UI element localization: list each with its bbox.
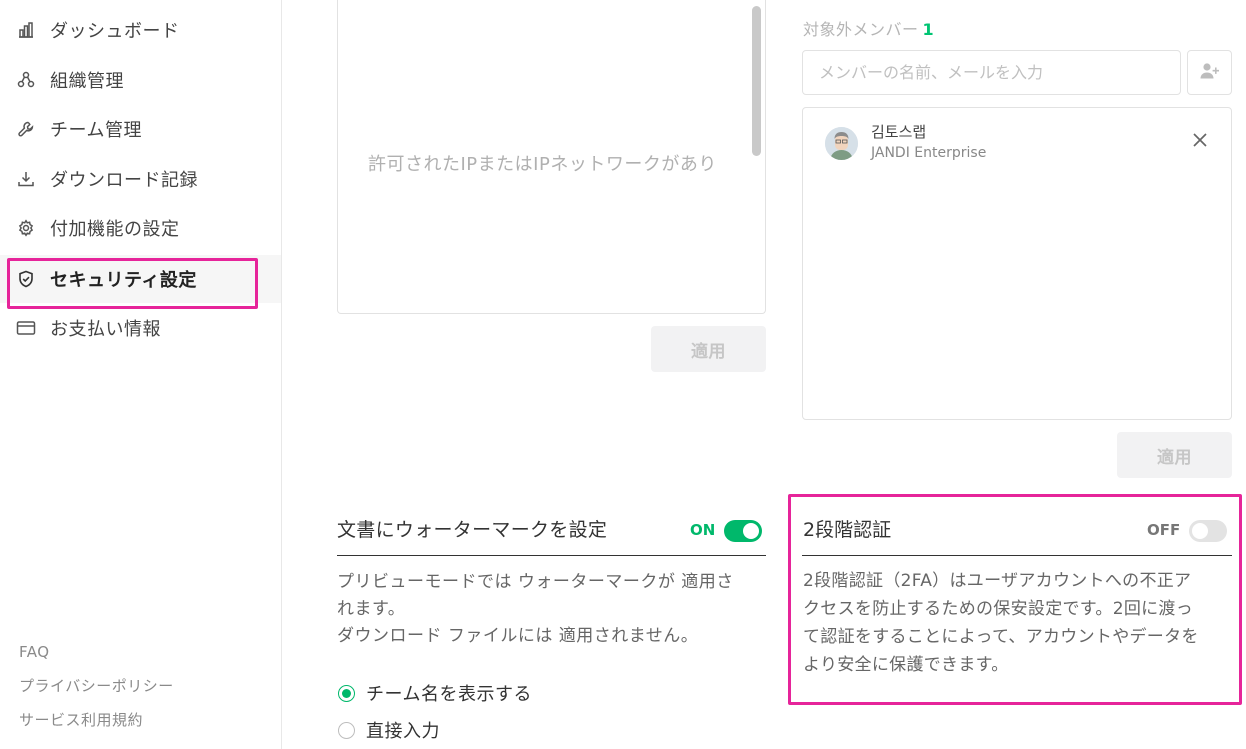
ip-allowlist-placeholder: 許可されたIPまたはIPネットワークがあり bbox=[368, 154, 717, 175]
wrench-icon bbox=[16, 119, 36, 139]
description-line: より安全に保護できます。 bbox=[803, 655, 1009, 675]
sidebar-item-addon-settings[interactable]: 付加機能の設定 bbox=[0, 204, 281, 252]
privacy-policy-link[interactable]: プライバシーポリシー bbox=[19, 675, 174, 709]
sidebar-item-organization[interactable]: 組織管理 bbox=[0, 56, 281, 104]
description-line: 2段階認証（2FA）はユーザアカウントへの不正ア bbox=[803, 571, 1192, 591]
add-member-button[interactable] bbox=[1187, 50, 1232, 95]
sidebar-item-label: 組織管理 bbox=[50, 71, 124, 92]
sidebar-item-billing[interactable]: お支払い情報 bbox=[0, 304, 281, 352]
member-name: 김토스랩 bbox=[871, 123, 927, 141]
toggle-knob bbox=[743, 523, 759, 539]
add-user-icon bbox=[1200, 62, 1220, 84]
sidebar-item-label: ダッシュボード bbox=[50, 21, 180, 42]
description-line: て認証をすることによって、アカウントやデータを bbox=[803, 627, 1199, 647]
sidebar-item-label: お支払い情報 bbox=[50, 319, 161, 340]
ip-allowlist-textarea[interactable]: 許可されたIPまたはIPネットワークがあり bbox=[337, 0, 766, 314]
two-factor-description: 2段階認証（2FA）はユーザアカウントへの不正ア クセスを防止するための保安設定… bbox=[803, 567, 1235, 679]
org-chart-icon bbox=[16, 70, 36, 90]
radio-unchecked[interactable] bbox=[338, 721, 355, 739]
exempt-members-label: 対象外メンバー bbox=[803, 20, 919, 39]
watermark-toggle[interactable] bbox=[724, 520, 762, 542]
shield-icon bbox=[16, 269, 36, 289]
download-icon bbox=[16, 169, 36, 189]
ip-apply-button[interactable]: 適用 bbox=[651, 326, 766, 372]
watermark-description: プリビューモードでは ウォーターマークが 適用さ れます。 ダウンロード ファイ… bbox=[337, 569, 766, 650]
terms-of-service-link[interactable]: サービス利用規約 bbox=[19, 709, 174, 743]
credit-card-icon bbox=[16, 318, 36, 338]
sidebar: ダッシュボード 組織管理 チーム管理 ダウンロード記録 付加機能の設定 セキュリ… bbox=[0, 0, 282, 749]
sidebar-item-download-log[interactable]: ダウンロード記録 bbox=[0, 155, 281, 203]
avatar bbox=[825, 127, 858, 160]
description-line: プリビューモードでは ウォーターマークが 適用さ bbox=[337, 572, 734, 592]
divider bbox=[802, 555, 1232, 556]
list-item: 김토스랩 JANDI Enterprise bbox=[803, 108, 1231, 178]
gear-icon bbox=[16, 218, 36, 238]
two-factor-toggle[interactable] bbox=[1189, 520, 1227, 542]
sidebar-item-label: セキュリティ設定 bbox=[50, 270, 197, 291]
bar-chart-icon bbox=[16, 20, 36, 40]
toggle-knob bbox=[1192, 523, 1208, 539]
radio-label: チーム名を表示する bbox=[366, 684, 532, 705]
sidebar-item-label: 付加機能の設定 bbox=[50, 219, 180, 240]
radio-checked[interactable] bbox=[338, 684, 355, 702]
member-company: JANDI Enterprise bbox=[871, 145, 987, 161]
exempt-members-title: 対象外メンバー 1 bbox=[803, 16, 934, 40]
radio-label: 直接入力 bbox=[366, 721, 440, 742]
description-line: れます。 bbox=[337, 599, 406, 619]
description-line: ダウンロード ファイルには 適用されません。 bbox=[337, 626, 699, 646]
watermark-status: ON bbox=[690, 521, 716, 539]
sidebar-item-team[interactable]: チーム管理 bbox=[0, 105, 281, 153]
sidebar-item-label: チーム管理 bbox=[50, 120, 142, 141]
watermark-option-custom[interactable]: 直接入力 bbox=[338, 717, 440, 743]
sidebar-item-label: ダウンロード記録 bbox=[50, 170, 198, 191]
two-factor-status: OFF bbox=[1147, 521, 1181, 539]
exempt-apply-button[interactable]: 適用 bbox=[1117, 432, 1232, 478]
divider bbox=[337, 555, 766, 556]
watermark-option-team-name[interactable]: チーム名を表示する bbox=[338, 680, 532, 706]
two-factor-title: 2段階認証 bbox=[803, 519, 892, 541]
sidebar-item-dashboard[interactable]: ダッシュボード bbox=[0, 6, 281, 54]
watermark-title: 文書にウォーターマークを設定 bbox=[337, 519, 608, 541]
description-line: クセスを防止するための保安設定です。2回に渡っ bbox=[803, 599, 1194, 619]
exempt-member-list: 김토스랩 JANDI Enterprise bbox=[802, 107, 1232, 420]
scrollbar[interactable] bbox=[752, 6, 761, 156]
remove-member-button[interactable] bbox=[1188, 130, 1212, 154]
exempt-members-count: 1 bbox=[922, 20, 935, 39]
sidebar-item-security[interactable]: セキュリティ設定 bbox=[0, 255, 281, 303]
member-search-input[interactable] bbox=[802, 50, 1181, 95]
faq-link[interactable]: FAQ bbox=[19, 641, 174, 675]
close-icon bbox=[1192, 132, 1208, 152]
sidebar-footer: FAQ プライバシーポリシー サービス利用規約 bbox=[19, 641, 174, 743]
